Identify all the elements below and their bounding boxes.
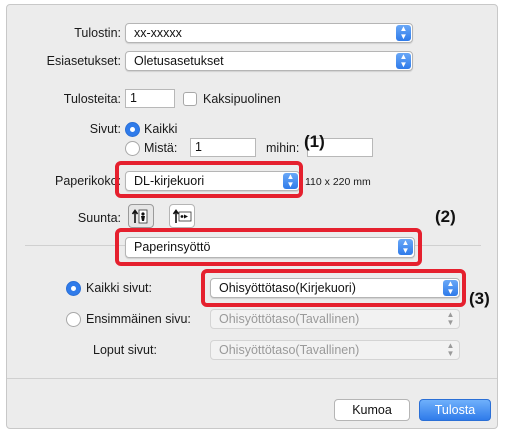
paper-dimensions: 110 x 220 mm — [305, 176, 371, 188]
print-button[interactable]: Tulosta — [419, 399, 491, 421]
all-pages-label: Kaikki sivut: — [86, 281, 152, 295]
printer-label: Tulostin: — [74, 26, 121, 40]
pages-all-label: Kaikki — [144, 122, 178, 136]
pages-from-field[interactable]: 1 — [190, 138, 256, 157]
presets-label: Esiasetukset: — [46, 54, 121, 68]
portrait-orientation-icon — [131, 209, 148, 224]
pages-from-value: 1 — [195, 140, 202, 154]
remaining-pages-popup[interactable]: Ohisyöttötaso(Tavallinen) ▲ ▼ — [210, 340, 460, 360]
remaining-pages-label: Loput sivut: — [93, 343, 157, 357]
callout-3: (3) — [469, 289, 490, 308]
duplex-label: Kaksipuolinen — [203, 92, 281, 106]
orientation-label: Suunta: — [77, 211, 121, 225]
up-down-chevron-icon: ▲ ▼ — [396, 25, 411, 41]
pages-from-label: Mistä: — [144, 141, 178, 155]
first-page-label: Ensimmäinen sivu: — [86, 312, 191, 326]
printer-popup[interactable]: xx-xxxxx ▲ ▼ — [125, 23, 413, 43]
pages-all-radio[interactable] — [125, 122, 140, 137]
first-page-popup[interactable]: Ohisyöttötaso(Tavallinen) ▲ ▼ — [210, 309, 460, 329]
pages-range-radio[interactable] — [125, 141, 140, 156]
highlight-3 — [201, 269, 466, 307]
highlight-2 — [115, 228, 422, 266]
remaining-pages-value: Ohisyöttötaso(Tavallinen) — [219, 343, 360, 357]
copies-value: 1 — [130, 91, 137, 105]
all-pages-radio[interactable] — [66, 281, 81, 296]
presets-value: Oletusasetukset — [134, 54, 224, 68]
copies-field[interactable]: 1 — [125, 89, 175, 108]
up-down-chevron-icon: ▲ ▼ — [446, 341, 455, 358]
copies-label: Tulosteita: — [63, 92, 121, 106]
paper-size-label: Paperikoko: — [54, 174, 121, 188]
footer-separator — [7, 378, 497, 379]
pages-label: Sivut: — [89, 122, 121, 136]
first-page-value: Ohisyöttötaso(Tavallinen) — [219, 312, 360, 326]
duplex-checkbox[interactable] — [183, 92, 197, 106]
landscape-orientation-icon — [172, 209, 192, 223]
callout-2: (2) — [435, 207, 456, 226]
presets-popup[interactable]: Oletusasetukset ▲ ▼ — [125, 51, 413, 71]
first-page-radio[interactable] — [66, 312, 81, 327]
landscape-button[interactable] — [169, 204, 195, 228]
cancel-button[interactable]: Kumoa — [334, 399, 410, 421]
pages-to-label: mihin: — [266, 141, 300, 155]
printer-value: xx-xxxxx — [134, 26, 182, 40]
print-dialog: Tulostin: xx-xxxxx ▲ ▼ Esiasetukset: Olet… — [6, 4, 498, 429]
up-down-chevron-icon: ▲ ▼ — [396, 53, 411, 69]
up-down-chevron-icon: ▲ ▼ — [446, 310, 455, 327]
portrait-button[interactable] — [128, 204, 154, 228]
highlight-1 — [115, 161, 303, 198]
callout-1: (1) — [304, 132, 325, 151]
